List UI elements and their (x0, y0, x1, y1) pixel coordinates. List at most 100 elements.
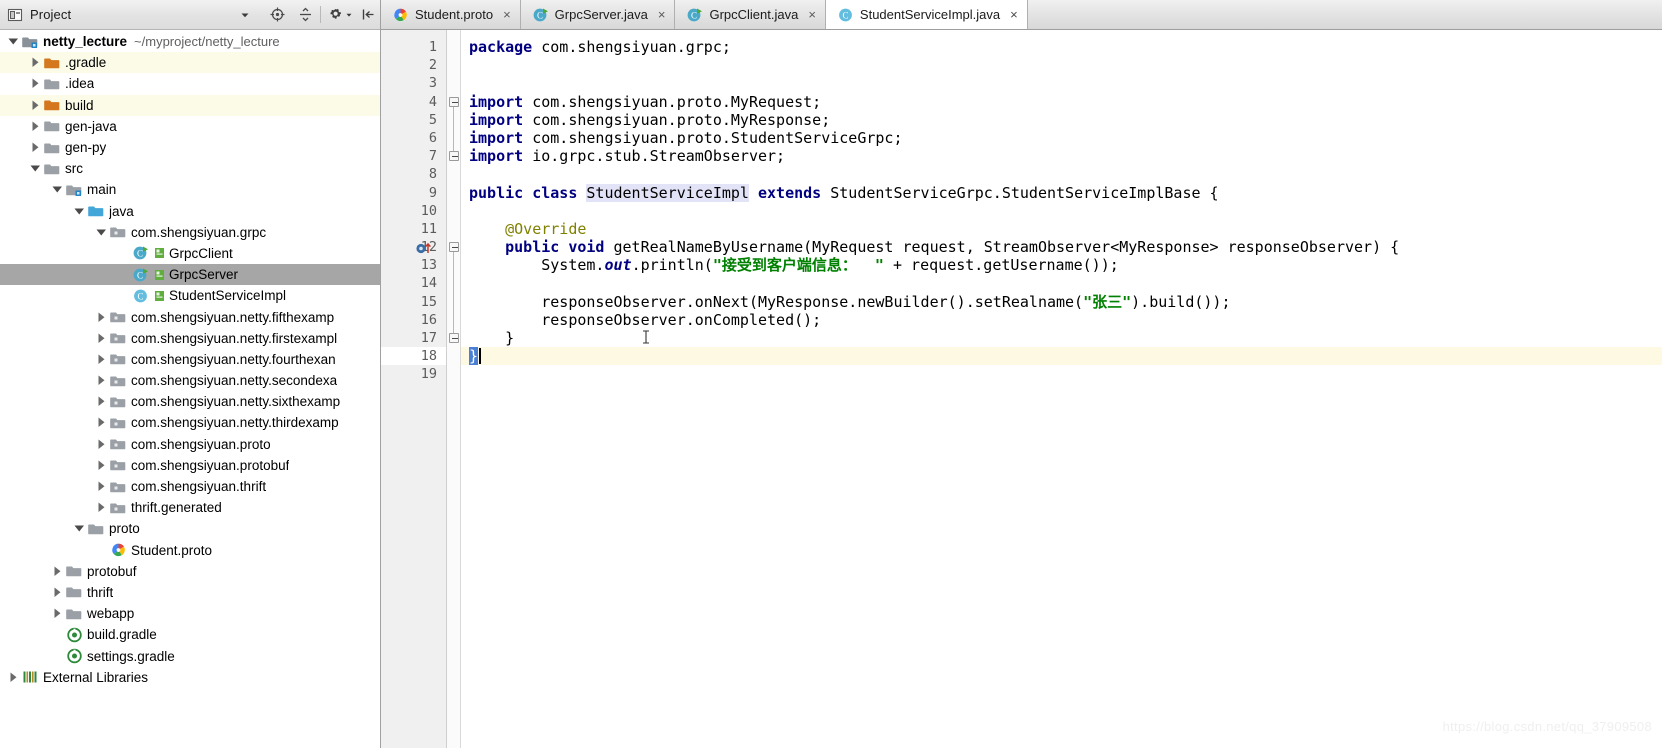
fold-collapse-marker[interactable] (449, 96, 459, 107)
code-line[interactable]: import com.shengsiyuan.proto.MyRequest; (461, 93, 1662, 111)
tree-item--gradle[interactable]: .gradle (0, 52, 380, 74)
tree-toggle-right-icon[interactable] (95, 438, 108, 451)
code-line[interactable]: package com.shengsiyuan.grpc; (461, 38, 1662, 56)
tree-item-com-shengsiyuan-netty-firstexampl[interactable]: com.shengsiyuan.netty.firstexampl (0, 328, 380, 349)
close-icon[interactable]: × (1010, 8, 1018, 21)
tree-item-gen-py[interactable]: gen-py (0, 137, 380, 158)
code-line[interactable] (461, 74, 1662, 92)
gear-icon[interactable] (327, 6, 353, 23)
tree-item-proto[interactable]: proto (0, 518, 380, 539)
project-view-icon[interactable] (7, 7, 23, 23)
tree-toggle-right-icon[interactable] (29, 99, 42, 112)
tree-item-thrift-generated[interactable]: thrift.generated (0, 497, 380, 518)
tree-item-main[interactable]: main (0, 179, 380, 200)
tree-item-external-libraries[interactable]: External Libraries (0, 667, 380, 688)
tree-item-gen-java[interactable]: gen-java (0, 116, 380, 137)
close-icon[interactable]: × (658, 8, 666, 21)
code-editor[interactable]: 1 2 3 4 5 6 7 8 9 10 11 12 13 14 15 16 17 18 19 package co… (381, 30, 1662, 748)
tree-item-com-shengsiyuan-thrift[interactable]: com.shengsiyuan.thrift (0, 476, 380, 497)
code-line[interactable]: responseObserver.onCompleted(); (461, 311, 1662, 329)
fold-collapse-marker[interactable] (449, 151, 459, 162)
editor-tab-grpcclient-java[interactable]: C GrpcClient.java × (675, 0, 826, 29)
tree-toggle-right-icon[interactable] (7, 671, 20, 684)
line-number-gutter[interactable]: 1 2 3 4 5 6 7 8 9 10 11 12 13 14 15 16 17 18 19 (381, 30, 447, 748)
tree-toggle-right-icon[interactable] (29, 56, 42, 69)
tree-toggle-right-icon[interactable] (51, 607, 64, 620)
tree-item-protobuf[interactable]: protobuf (0, 561, 380, 582)
collapse-all-icon[interactable] (297, 6, 314, 23)
tree-toggle-right-icon[interactable] (95, 374, 108, 387)
code-line[interactable] (461, 56, 1662, 74)
tree-toggle-down-icon[interactable] (51, 183, 64, 196)
tree-toggle-down-icon[interactable] (73, 522, 86, 535)
tree-item-com-shengsiyuan-netty-thirdexamp[interactable]: com.shengsiyuan.netty.thirdexamp (0, 412, 380, 433)
code-line[interactable]: @Override (461, 220, 1662, 238)
tree-item-com-shengsiyuan-proto[interactable]: com.shengsiyuan.proto (0, 434, 380, 455)
locate-icon[interactable] (269, 6, 286, 23)
tree-toggle-right-icon[interactable] (95, 501, 108, 514)
tree-item-label: .gradle (65, 55, 107, 71)
tree-toggle-right-icon[interactable] (51, 565, 64, 578)
tree-item-com-shengsiyuan-netty-fifthexamp[interactable]: com.shengsiyuan.netty.fifthexamp (0, 306, 380, 327)
code-line[interactable] (461, 365, 1662, 383)
tree-item-thrift[interactable]: thrift (0, 582, 380, 603)
code-line[interactable] (461, 202, 1662, 220)
tree-toggle-right-icon[interactable] (29, 120, 42, 133)
code-folding-strip[interactable] (447, 30, 461, 748)
tree-toggle-right-icon[interactable] (95, 480, 108, 493)
tree-toggle-down-icon[interactable] (7, 35, 20, 48)
editor-tab-studentserviceimpl-java[interactable]: C StudentServiceImpl.java × (825, 0, 1028, 29)
code-content[interactable]: package com.shengsiyuan.grpc; import com.… (461, 30, 1662, 748)
tree-toggle-right-icon[interactable] (29, 77, 42, 90)
code-line[interactable]: public class StudentServiceImpl extends … (461, 183, 1662, 202)
tree-item-grpcserver[interactable]: C GrpcServer (0, 264, 380, 286)
tree-toggle-right-icon[interactable] (95, 459, 108, 472)
tree-item-student-proto[interactable]: Student.proto (0, 540, 380, 561)
tree-item-build-gradle[interactable]: build.gradle (0, 624, 380, 645)
tree-item-com-shengsiyuan-grpc[interactable]: com.shengsiyuan.grpc (0, 222, 380, 243)
tree-item-netty-lecture[interactable]: netty_lecture ~/myproject/netty_lecture (0, 31, 380, 52)
tree-toggle-right-icon[interactable] (95, 353, 108, 366)
code-line[interactable]: import com.shengsiyuan.proto.MyResponse; (461, 111, 1662, 129)
tree-toggle-down-icon[interactable] (29, 162, 42, 175)
code-line[interactable]: import com.shengsiyuan.proto.StudentServ… (461, 129, 1662, 147)
tree-toggle-right-icon[interactable] (51, 586, 64, 599)
editor-tab-bar[interactable]: Student.proto × C GrpcServer.java × C GrpcClie… (381, 0, 1662, 30)
tree-toggle-right-icon[interactable] (29, 141, 42, 154)
tree-item-build[interactable]: build (0, 94, 380, 116)
tree-toggle-down-icon[interactable] (95, 226, 108, 239)
tree-item-com-shengsiyuan-netty-fourthexan[interactable]: com.shengsiyuan.netty.fourthexan (0, 349, 380, 370)
tree-item-java[interactable]: java (0, 201, 380, 222)
tree-item-grpcclient[interactable]: C GrpcClient (0, 243, 380, 264)
tree-item-com-shengsiyuan-netty-secondexa[interactable]: com.shengsiyuan.netty.secondexa (0, 370, 380, 391)
tree-toggle-right-icon[interactable] (95, 416, 108, 429)
hide-icon[interactable] (361, 7, 376, 22)
tree-toggle-down-icon[interactable] (73, 205, 86, 218)
fold-collapse-marker[interactable] (449, 333, 459, 344)
tree-item-webapp[interactable]: webapp (0, 603, 380, 624)
implementing-method-icon[interactable] (415, 241, 432, 262)
fold-collapse-marker[interactable] (449, 242, 459, 253)
tree-item-src[interactable]: src (0, 158, 380, 179)
tree-toggle-right-icon[interactable] (95, 332, 108, 345)
close-icon[interactable]: × (808, 8, 816, 21)
code-line[interactable]: import io.grpc.stub.StreamObserver; (461, 147, 1662, 165)
code-line[interactable]: } (461, 347, 1662, 366)
tree-toggle-right-icon[interactable] (95, 395, 108, 408)
tree-item--idea[interactable]: .idea (0, 73, 380, 94)
code-line[interactable]: public void getRealNameByUsername(MyRequ… (461, 238, 1662, 256)
tree-item-com-shengsiyuan-protobuf[interactable]: com.shengsiyuan.protobuf (0, 455, 380, 476)
code-line[interactable]: responseObserver.onNext(MyResponse.newBu… (461, 293, 1662, 311)
tree-toggle-right-icon[interactable] (95, 311, 108, 324)
code-line[interactable] (461, 165, 1662, 183)
tree-item-studentserviceimpl[interactable]: C StudentServiceImpl (0, 285, 380, 306)
editor-tab-grpcserver-java[interactable]: C GrpcServer.java × (521, 0, 676, 29)
tree-item-com-shengsiyuan-netty-sixthexamp[interactable]: com.shengsiyuan.netty.sixthexamp (0, 391, 380, 412)
chevron-down-icon[interactable] (239, 9, 251, 21)
project-tree[interactable]: netty_lecture ~/myproject/netty_lecture .g… (0, 30, 380, 748)
tree-item-settings-gradle[interactable]: settings.gradle (0, 645, 380, 666)
editor-tab-student-proto[interactable]: Student.proto × (381, 0, 521, 29)
close-icon[interactable]: × (503, 8, 511, 21)
code-line[interactable] (461, 274, 1662, 292)
code-line[interactable]: System.out.println("接受到客户端信息： " + reques… (461, 256, 1662, 274)
